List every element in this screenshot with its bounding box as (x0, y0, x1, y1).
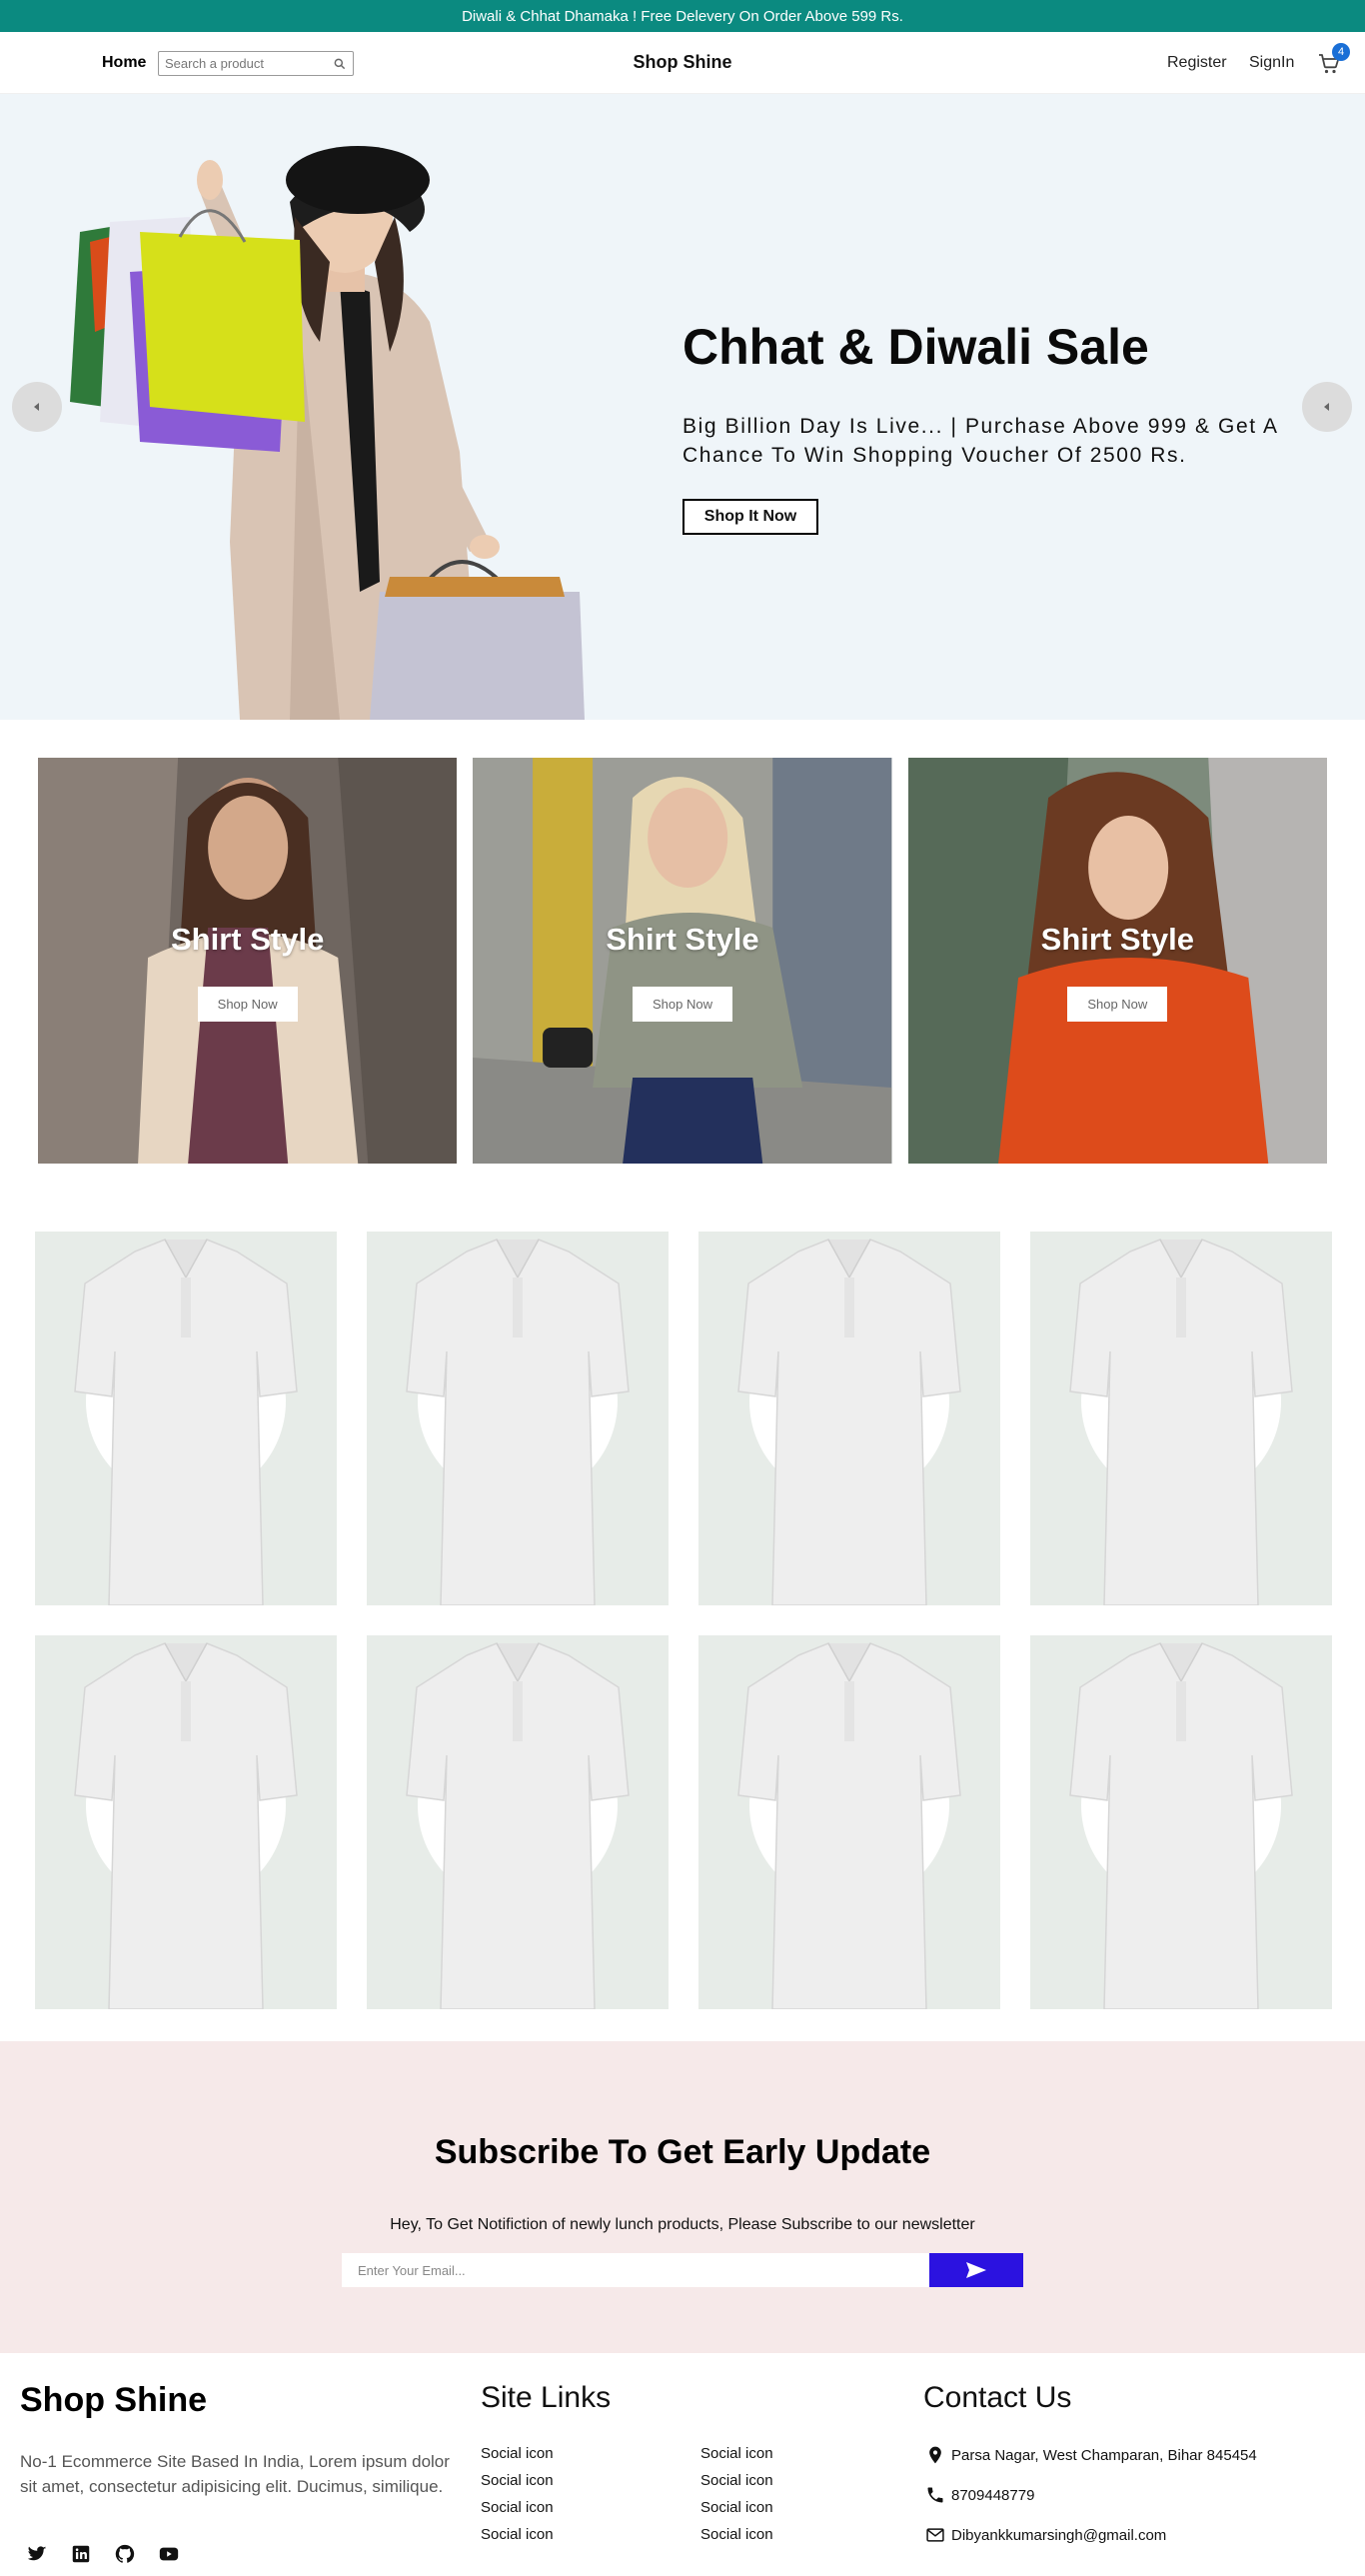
footer: Shop Shine No-1 Ecommerce Site Based In … (0, 2353, 1365, 2576)
linkedin-icon[interactable] (70, 2543, 92, 2565)
cart-count-badge: 4 (1332, 43, 1350, 61)
caret-left-icon (1324, 403, 1329, 411)
twitter-icon[interactable] (26, 2543, 48, 2565)
signin-link[interactable]: SignIn (1249, 54, 1294, 72)
category-card[interactable]: Shirt Style Shop Now (38, 758, 458, 1164)
social-icons (26, 2543, 180, 2565)
contact-phone: 8709448779 (925, 2485, 1257, 2505)
product-grid (35, 1232, 1332, 2009)
footer-brand: Shop Shine (20, 2381, 207, 2419)
send-icon (966, 2262, 986, 2278)
phone-text: 8709448779 (951, 2486, 1035, 2504)
subscribe-form (342, 2253, 1023, 2287)
contact-email: Dibyankkumarsingh@gmail.com (925, 2525, 1257, 2545)
polo-shirt-image (737, 1239, 961, 1605)
email-field[interactable] (342, 2253, 929, 2287)
search-icon[interactable] (333, 57, 347, 71)
site-link[interactable]: Social icon (481, 2445, 700, 2462)
carousel-prev-button[interactable] (12, 382, 62, 432)
category-cards: Shirt Style Shop Now Shirt Style Shop No… (38, 758, 1327, 1164)
product-card[interactable] (35, 1635, 337, 2009)
hero-subtitle: Big Billion Day Is Live... | Purchase Ab… (682, 415, 1278, 467)
contact-address: Parsa Nagar, West Champaran, Bihar 84545… (925, 2445, 1257, 2465)
product-card[interactable] (698, 1232, 1000, 1605)
polo-shirt-image (1069, 1642, 1293, 2009)
polo-shirt-image (1069, 1239, 1293, 1605)
shop-it-now-button[interactable]: Shop It Now (682, 499, 818, 535)
hero-title: Chhat & Diwali Sale (682, 319, 1149, 375)
polo-shirt-image (74, 1642, 298, 2009)
footer-description: No-1 Ecommerce Site Based In India, Lore… (20, 2452, 450, 2496)
category-image (907, 758, 1327, 1164)
caret-left-icon (34, 403, 39, 411)
site-link[interactable]: Social icon (700, 2526, 920, 2543)
category-card[interactable]: Shirt Style Shop Now (907, 758, 1327, 1164)
polo-shirt-image (406, 1642, 630, 2009)
polo-shirt-image (406, 1239, 630, 1605)
site-link[interactable]: Social icon (700, 2499, 920, 2516)
announcement-bar: Diwali & Chhat Dhamaka ! Free Delevery O… (0, 0, 1365, 32)
site-links-title: Site Links (481, 2381, 612, 2414)
product-card[interactable] (35, 1232, 337, 1605)
send-button[interactable] (929, 2253, 1023, 2287)
carousel-next-button[interactable] (1302, 382, 1352, 432)
polo-shirt-image (737, 1642, 961, 2009)
site-links-list: Social icon Social icon Social icon Soci… (481, 2445, 920, 2543)
shop-now-button[interactable]: Shop Now (632, 987, 732, 1022)
site-link[interactable]: Social icon (481, 2499, 700, 2516)
shop-now-button[interactable]: Shop Now (1067, 987, 1168, 1022)
brand-logo[interactable]: Shop Shine (634, 52, 732, 72)
shop-now-button[interactable]: Shop Now (197, 987, 298, 1022)
address-text: Parsa Nagar, West Champaran, Bihar 84545… (951, 2446, 1257, 2464)
announcement-text: Diwali & Chhat Dhamaka ! Free Delevery O… (462, 7, 903, 25)
category-title: Shirt Style (606, 922, 759, 957)
search-input[interactable]: Search a product (158, 51, 354, 76)
site-link[interactable]: Social icon (481, 2526, 700, 2543)
hero-carousel: Chhat & Diwali Sale Big Billion Day Is L… (0, 94, 1365, 720)
contact-info: Parsa Nagar, West Champaran, Bihar 84545… (925, 2445, 1257, 2565)
github-icon[interactable] (114, 2543, 136, 2565)
category-title: Shirt Style (171, 922, 325, 957)
polo-shirt-image (74, 1239, 298, 1605)
site-link[interactable]: Social icon (700, 2472, 920, 2489)
email-text: Dibyankkumarsingh@gmail.com (951, 2526, 1167, 2544)
category-card[interactable]: Shirt Style Shop Now (473, 758, 892, 1164)
subscribe-section: Subscribe To Get Early Update Hey, To Ge… (0, 2041, 1365, 2353)
nav-home-link[interactable]: Home (102, 54, 146, 72)
contact-title: Contact Us (923, 2381, 1072, 2414)
youtube-icon[interactable] (158, 2543, 180, 2565)
category-image (473, 758, 892, 1164)
register-link[interactable]: Register (1167, 54, 1227, 72)
product-card[interactable] (1030, 1635, 1332, 2009)
category-title: Shirt Style (1040, 922, 1194, 957)
product-card[interactable] (367, 1635, 669, 2009)
site-link[interactable]: Social icon (700, 2445, 920, 2462)
product-card[interactable] (698, 1635, 1000, 2009)
product-card[interactable] (367, 1232, 669, 1605)
mail-icon (926, 2528, 944, 2542)
product-card[interactable] (1030, 1232, 1332, 1605)
category-image (38, 758, 458, 1164)
site-link[interactable]: Social icon (481, 2472, 700, 2489)
location-pin-icon (929, 2446, 941, 2464)
navbar: Home Search a product Shop Shine Registe… (0, 32, 1365, 94)
subscribe-title: Subscribe To Get Early Update (434, 2133, 931, 2171)
phone-icon (927, 2487, 943, 2503)
search-placeholder: Search a product (165, 56, 265, 71)
subscribe-text: Hey, To Get Notifiction of newly lunch p… (390, 2216, 975, 2233)
hero-model-image (70, 146, 585, 720)
